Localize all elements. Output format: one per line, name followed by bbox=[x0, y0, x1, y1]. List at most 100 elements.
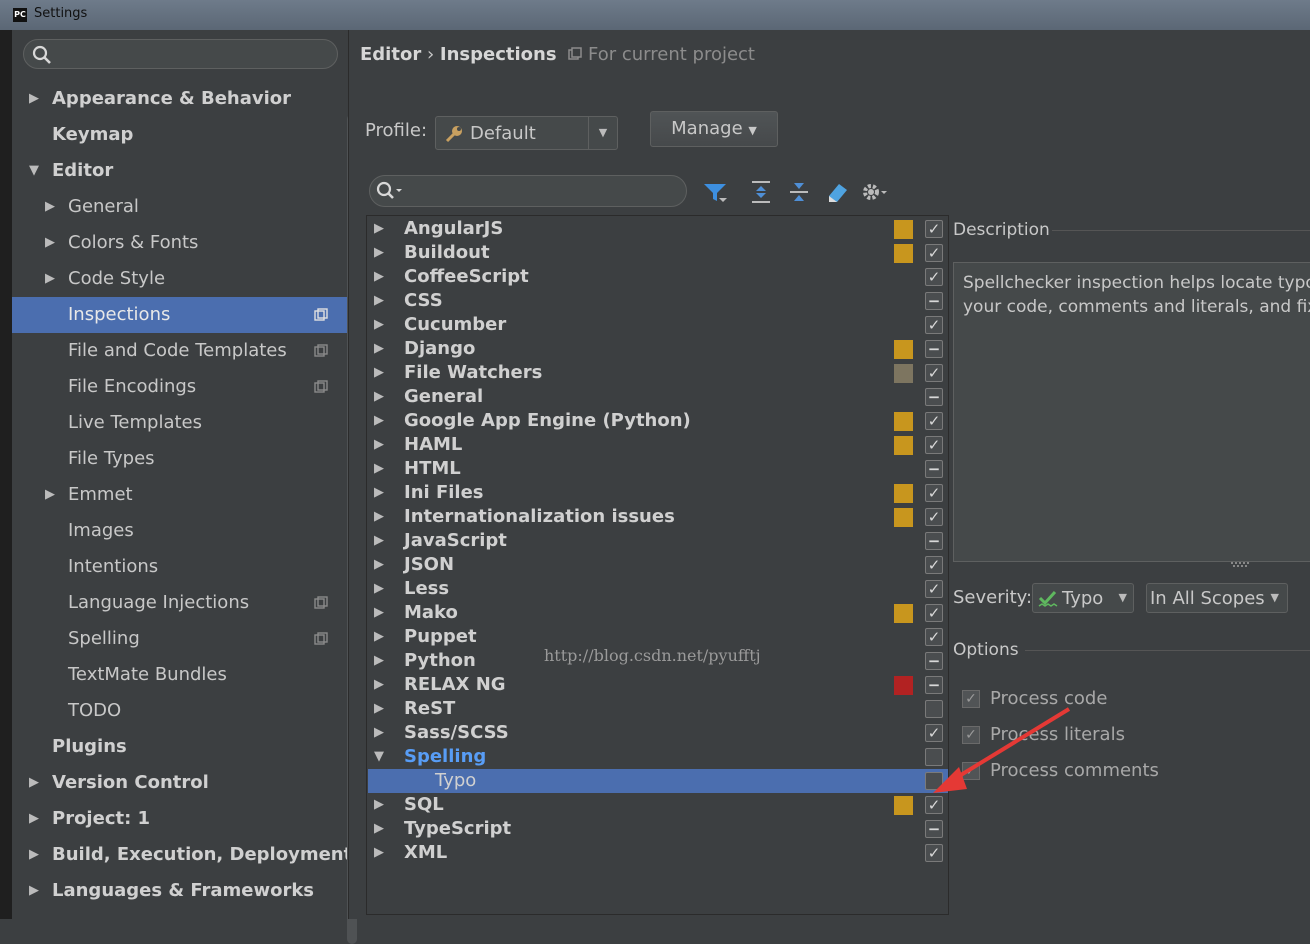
inspection-checkbox[interactable]: ✓ bbox=[925, 628, 943, 646]
chevron-right-icon[interactable]: ▶ bbox=[374, 841, 384, 865]
inspection-row[interactable]: ▶ XML ✓ bbox=[368, 841, 948, 865]
inspection-checkbox[interactable]: ✓ bbox=[925, 244, 943, 262]
inspection-row[interactable]: ▶ File Watchers ✓ bbox=[368, 361, 948, 385]
sidebar-item-language-injections[interactable]: Language Injections bbox=[12, 585, 347, 621]
chevron-right-icon[interactable]: ▶ bbox=[374, 289, 384, 313]
chevron-right-icon[interactable]: ▶ bbox=[374, 409, 384, 433]
inspection-checkbox[interactable]: − bbox=[925, 340, 943, 358]
inspection-checkbox[interactable]: − bbox=[925, 532, 943, 550]
sidebar-item-plugins[interactable]: Plugins bbox=[12, 729, 347, 765]
chevron-right-icon[interactable]: ▶ bbox=[374, 649, 384, 673]
chevron-right-icon[interactable]: ▶ bbox=[374, 433, 384, 457]
filter-icon[interactable] bbox=[701, 178, 729, 206]
sidebar-item-project-1[interactable]: ▶ Project: 1 bbox=[12, 801, 347, 837]
chevron-right-icon[interactable]: ▶ bbox=[374, 385, 384, 409]
inspection-row[interactable]: ▶ CSS − bbox=[368, 289, 948, 313]
chevron-right-icon[interactable]: ▶ bbox=[374, 553, 384, 577]
sidebar-item-file-types[interactable]: File Types bbox=[12, 441, 347, 477]
inspection-row[interactable]: ▶ Buildout ✓ bbox=[368, 241, 948, 265]
chevron-down-icon[interactable]: ▼ bbox=[588, 117, 617, 149]
inspection-checkbox[interactable]: − bbox=[925, 820, 943, 838]
inspection-row[interactable]: ▶ ReST bbox=[368, 697, 948, 721]
inspection-checkbox[interactable]: ✓ bbox=[925, 508, 943, 526]
inspection-row[interactable]: ▶ Mako ✓ bbox=[368, 601, 948, 625]
inspections-search-input[interactable] bbox=[369, 175, 687, 207]
inspection-row[interactable]: ▶ JavaScript − bbox=[368, 529, 948, 553]
inspection-row[interactable]: ▶ JSON ✓ bbox=[368, 553, 948, 577]
inspection-row[interactable]: ▶ TypeScript − bbox=[368, 817, 948, 841]
sidebar-item-build-execution-deployment[interactable]: ▶ Build, Execution, Deployment bbox=[12, 837, 352, 873]
inspection-checkbox[interactable]: ✓ bbox=[925, 580, 943, 598]
inspection-row[interactable]: ▶ General − bbox=[368, 385, 948, 409]
inspection-checkbox[interactable]: ✓ bbox=[925, 412, 943, 430]
sidebar-item-editor[interactable]: ▼ Editor bbox=[12, 153, 347, 189]
sidebar-item-live-templates[interactable]: Live Templates bbox=[12, 405, 347, 441]
chevron-right-icon[interactable]: ▶ bbox=[374, 817, 384, 841]
scope-combobox[interactable]: In All Scopes ▼ bbox=[1146, 583, 1288, 613]
inspection-checkbox[interactable]: − bbox=[925, 676, 943, 694]
inspection-checkbox[interactable]: ✓ bbox=[925, 604, 943, 622]
sidebar-item-spelling[interactable]: Spelling bbox=[12, 621, 347, 657]
chevron-down-icon[interactable]: ▼ bbox=[29, 153, 39, 189]
inspection-row[interactable]: ▼ Spelling bbox=[368, 745, 948, 769]
chevron-right-icon[interactable]: ▶ bbox=[374, 793, 384, 817]
chevron-right-icon[interactable]: ▶ bbox=[374, 337, 384, 361]
chevron-right-icon[interactable]: ▶ bbox=[29, 801, 39, 837]
chevron-right-icon[interactable]: ▶ bbox=[374, 361, 384, 385]
profile-combobox[interactable]: Default ▼ bbox=[435, 116, 618, 150]
inspection-row[interactable]: Typo bbox=[368, 769, 948, 793]
sidebar-item-code-style[interactable]: ▶ Code Style bbox=[12, 261, 347, 297]
chevron-right-icon[interactable]: ▶ bbox=[29, 837, 39, 873]
chevron-right-icon[interactable]: ▶ bbox=[45, 225, 55, 261]
inspection-checkbox[interactable]: ✓ bbox=[925, 484, 943, 502]
chevron-right-icon[interactable]: ▶ bbox=[29, 765, 39, 801]
eraser-icon[interactable] bbox=[823, 178, 851, 206]
inspection-checkbox[interactable]: ✓ bbox=[925, 364, 943, 382]
collapse-all-icon[interactable] bbox=[785, 178, 813, 206]
inspection-checkbox[interactable]: ✓ bbox=[925, 220, 943, 238]
sidebar-item-emmet[interactable]: ▶ Emmet bbox=[12, 477, 347, 513]
inspection-row[interactable]: ▶ Django − bbox=[368, 337, 948, 361]
chevron-right-icon[interactable]: ▶ bbox=[374, 313, 384, 337]
gear-icon[interactable] bbox=[859, 178, 887, 206]
inspection-row[interactable]: ▶ Less ✓ bbox=[368, 577, 948, 601]
inspection-row[interactable]: ▶ Sass/SCSS ✓ bbox=[368, 721, 948, 745]
chevron-right-icon[interactable]: ▶ bbox=[374, 577, 384, 601]
expand-all-icon[interactable] bbox=[747, 178, 775, 206]
chevron-right-icon[interactable]: ▶ bbox=[29, 81, 39, 117]
sidebar-item-intentions[interactable]: Intentions bbox=[12, 549, 347, 585]
sidebar-item-version-control[interactable]: ▶ Version Control bbox=[12, 765, 347, 801]
chevron-right-icon[interactable]: ▶ bbox=[374, 625, 384, 649]
inspection-row[interactable]: ▶ Internationalization issues ✓ bbox=[368, 505, 948, 529]
inspection-checkbox[interactable]: ✓ bbox=[925, 268, 943, 286]
chevron-down-icon[interactable]: ▼ bbox=[374, 745, 384, 769]
chevron-right-icon[interactable]: ▶ bbox=[45, 261, 55, 297]
sidebar-item-textmate-bundles[interactable]: TextMate Bundles bbox=[12, 657, 347, 693]
inspection-checkbox[interactable]: ✓ bbox=[925, 316, 943, 334]
sidebar-item-images[interactable]: Images bbox=[12, 513, 347, 549]
resize-grip-icon[interactable] bbox=[1229, 560, 1253, 568]
sidebar-item-languages-frameworks[interactable]: ▶ Languages & Frameworks bbox=[12, 873, 347, 909]
sidebar-search-input[interactable] bbox=[23, 39, 338, 69]
chevron-right-icon[interactable]: ▶ bbox=[45, 477, 55, 513]
sidebar-item-colors-fonts[interactable]: ▶ Colors & Fonts bbox=[12, 225, 347, 261]
inspection-checkbox[interactable]: − bbox=[925, 460, 943, 478]
chevron-right-icon[interactable]: ▶ bbox=[374, 265, 384, 289]
inspection-row[interactable]: ▶ HAML ✓ bbox=[368, 433, 948, 457]
inspection-row[interactable]: ▶ Ini Files ✓ bbox=[368, 481, 948, 505]
sidebar-item-file-encodings[interactable]: File Encodings bbox=[12, 369, 347, 405]
sidebar-item-file-and-code-templates[interactable]: File and Code Templates bbox=[12, 333, 347, 369]
inspection-row[interactable]: ▶ Cucumber ✓ bbox=[368, 313, 948, 337]
chevron-right-icon[interactable]: ▶ bbox=[29, 873, 39, 909]
manage-button[interactable]: Manage ▼ bbox=[650, 111, 778, 147]
chevron-right-icon[interactable]: ▶ bbox=[45, 189, 55, 225]
sidebar-item-keymap[interactable]: Keymap bbox=[12, 117, 347, 153]
inspection-checkbox[interactable]: ✓ bbox=[925, 436, 943, 454]
inspection-checkbox[interactable]: ✓ bbox=[925, 556, 943, 574]
severity-combobox[interactable]: Typo ▼ bbox=[1032, 583, 1134, 613]
inspection-row[interactable]: ▶ SQL ✓ bbox=[368, 793, 948, 817]
chevron-right-icon[interactable]: ▶ bbox=[374, 241, 384, 265]
sidebar-item-todo[interactable]: TODO bbox=[12, 693, 347, 729]
inspection-row[interactable]: ▶ RELAX NG − bbox=[368, 673, 948, 697]
chevron-right-icon[interactable]: ▶ bbox=[374, 601, 384, 625]
